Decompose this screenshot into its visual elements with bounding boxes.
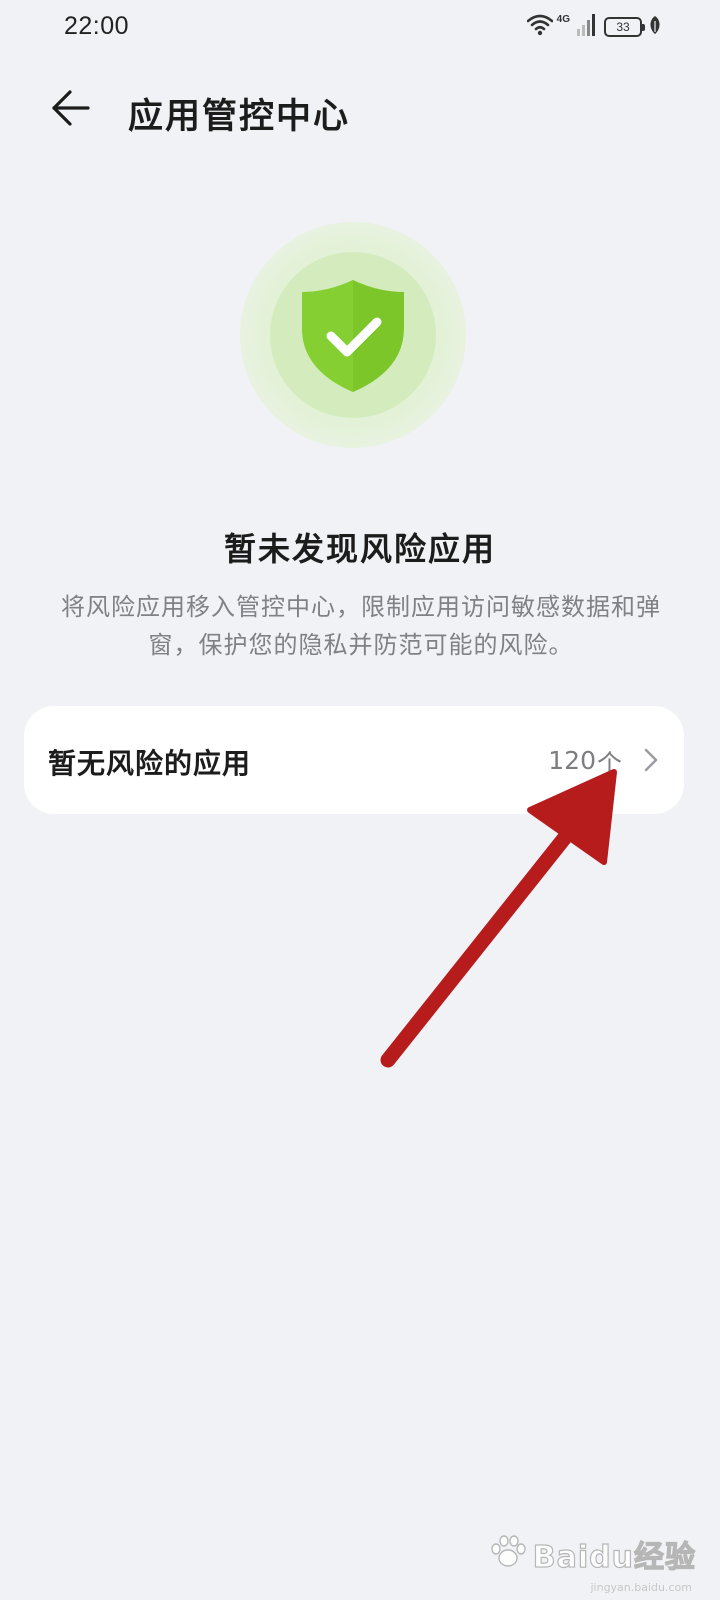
status-icons: 4G 33	[526, 12, 662, 42]
battery-icon: 33	[604, 17, 645, 37]
result-description: 将风险应用移入管控中心，限制应用访问敏感数据和弹窗，保护您的隐私并防范可能的风险…	[61, 593, 661, 659]
chevron-right-icon	[644, 748, 658, 776]
no-risk-apps-row[interactable]: 暂无风险的应用 120 个	[24, 706, 684, 814]
watermark-url: jingyan.baidu.com	[590, 1581, 692, 1594]
no-risk-apps-unit: 个	[596, 749, 622, 778]
no-risk-apps-count: 120	[548, 746, 596, 775]
battery-level: 33	[616, 20, 630, 34]
status-time: 22:00	[64, 12, 130, 40]
status-bar: 22:00 4G 33	[0, 0, 720, 56]
wifi-icon	[526, 14, 553, 40]
header: 应用管控中心	[0, 70, 720, 150]
shield-check-icon	[298, 278, 408, 398]
baidu-jingyan-watermark: Baidu经验	[489, 1532, 696, 1576]
page-title: 应用管控中心	[128, 97, 351, 137]
network-type-label: 4G	[556, 14, 570, 25]
watermark-brand: Baidu经验	[532, 1539, 696, 1575]
no-risk-apps-label: 暂无风险的应用	[48, 747, 252, 780]
back-button[interactable]	[44, 84, 96, 136]
arrow-left-icon	[48, 88, 92, 132]
paw-logo-icon	[489, 1535, 527, 1573]
result-title: 暂未发现风险应用	[223, 530, 496, 568]
leaf-icon	[648, 15, 662, 39]
security-status-graphic	[240, 222, 466, 448]
signal-icon	[576, 13, 598, 41]
